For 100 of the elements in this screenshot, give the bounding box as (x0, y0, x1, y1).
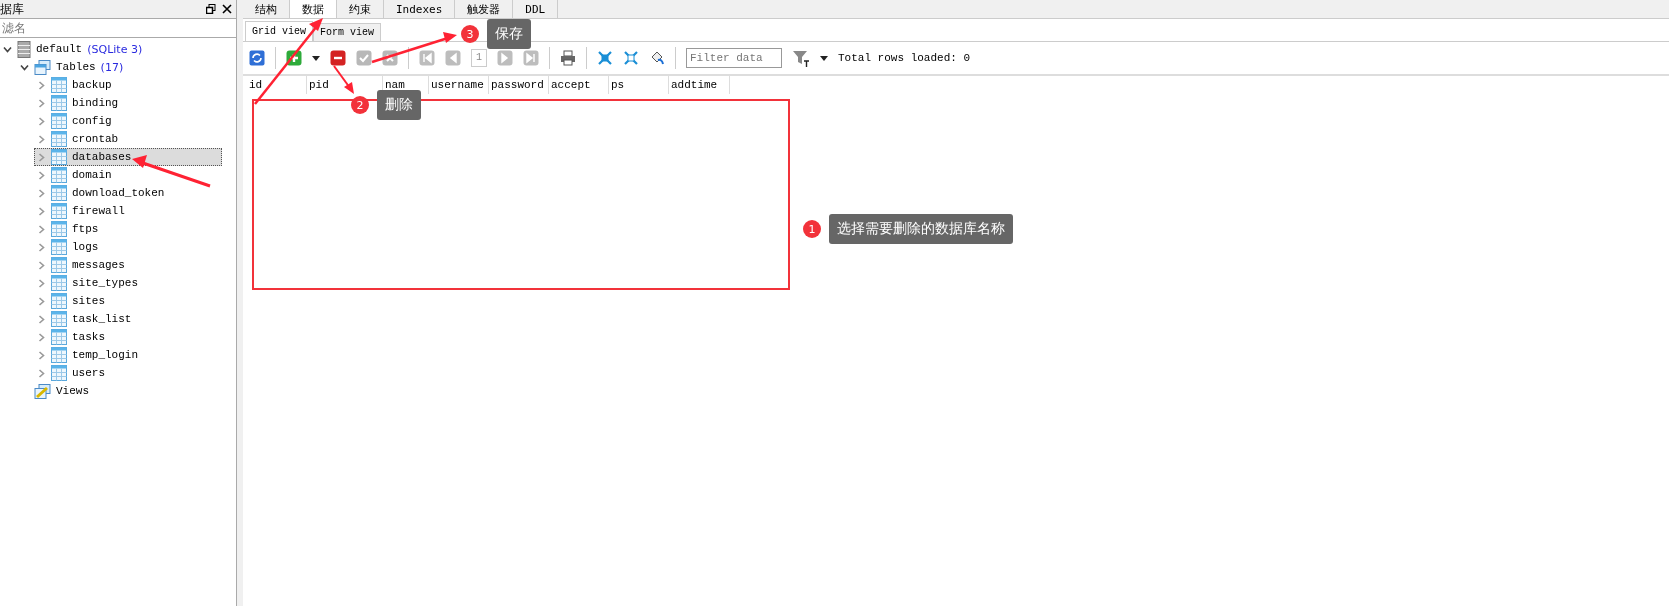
tree-item[interactable]: crontab (34, 130, 222, 148)
tab[interactable]: 约束 (337, 0, 384, 18)
expand-chevron-icon[interactable] (37, 80, 46, 90)
expand-chevron-icon[interactable] (37, 98, 46, 108)
tree-item-label: tasks (72, 331, 105, 343)
tree-item[interactable]: Tables (17) (17, 58, 222, 76)
view-tab[interactable]: Grid view (245, 21, 313, 41)
arrow (333, 65, 354, 94)
expand-chevron-icon[interactable] (37, 242, 46, 252)
views-icon (34, 383, 51, 399)
refresh-icon[interactable] (249, 50, 265, 66)
table-icon (51, 239, 67, 255)
expand-chevron-icon[interactable] (37, 332, 46, 342)
view-tab[interactable]: Form view (313, 23, 382, 41)
table-icon (51, 113, 67, 129)
expand-chevron-icon[interactable] (37, 116, 46, 126)
paint-bucket-icon[interactable] (649, 50, 665, 66)
expand-chevron-icon[interactable] (37, 350, 46, 360)
tree-item-label: Tables (56, 61, 96, 73)
column-header[interactable]: password (489, 76, 549, 94)
table-icon (51, 149, 67, 165)
column-header[interactable]: id (247, 76, 307, 94)
tree-item[interactable]: temp_login (34, 346, 222, 364)
expand-chevron-icon[interactable] (37, 224, 46, 234)
tree-item[interactable]: site_types (34, 274, 222, 292)
rows-loaded-status: Total rows loaded: 0 (838, 52, 971, 64)
expand-chevron-icon[interactable] (37, 206, 46, 216)
tree-item-label: ftps (72, 223, 99, 235)
tree-item[interactable]: ftps (34, 220, 222, 238)
collapse-chevron-icon[interactable] (3, 44, 12, 54)
column-header[interactable]: accept (549, 76, 609, 94)
step-number-badge: 1 (803, 220, 821, 238)
tree-item-label: binding (72, 97, 119, 109)
restore-icon[interactable] (206, 4, 216, 14)
filter-icon[interactable] (792, 49, 810, 67)
table-icon (51, 95, 67, 111)
tree-item[interactable]: users (34, 364, 222, 382)
tree-item[interactable]: default (SQLite 3) (0, 40, 222, 58)
table-icon (51, 311, 67, 327)
expand-chevron-icon[interactable] (37, 152, 46, 162)
tree-item[interactable]: backup (34, 76, 222, 94)
expand-chevron-icon[interactable] (37, 368, 46, 378)
tab[interactable]: 触发器 (455, 0, 514, 18)
tree-item[interactable]: config (34, 112, 222, 130)
table-icon (51, 275, 67, 291)
expand-chevron-icon[interactable] (37, 134, 46, 144)
tree-item-label: temp_login (72, 349, 138, 361)
collapse-arrows-icon[interactable] (597, 50, 613, 66)
table-icon (51, 203, 67, 219)
column-header[interactable]: ps (609, 76, 669, 94)
close-icon[interactable] (222, 4, 232, 14)
expand-chevron-icon[interactable] (37, 296, 46, 306)
tree-item[interactable]: databases (34, 148, 222, 166)
expand-chevron-icon[interactable] (37, 314, 46, 324)
tab[interactable]: Indexes (384, 0, 456, 18)
tree-item-label: config (72, 115, 112, 127)
tree-item[interactable]: binding (34, 94, 222, 112)
table-icon (51, 347, 67, 363)
tree-item-count: (17) (100, 60, 124, 74)
table-icon (51, 221, 67, 237)
tables-icon (34, 59, 51, 75)
tree-item[interactable]: messages (34, 256, 222, 274)
expand-arrows-icon[interactable] (623, 50, 639, 66)
tree-item[interactable]: sites (34, 292, 222, 310)
expand-chevron-icon[interactable] (37, 278, 46, 288)
expand-chevron-icon[interactable] (37, 170, 46, 180)
delete-row-icon[interactable] (330, 50, 346, 66)
tree-item[interactable]: tasks (34, 328, 222, 346)
annotation-tooltip: 选择需要删除的数据库名称 (829, 214, 1013, 244)
tree-item[interactable]: logs (34, 238, 222, 256)
column-header[interactable]: username (429, 76, 489, 94)
step-number-badge: 2 (351, 96, 369, 114)
table-icon (51, 329, 67, 345)
table-icon (51, 185, 67, 201)
table-icon (51, 77, 67, 93)
table-icon (51, 293, 67, 309)
tree-item[interactable]: task_list (34, 310, 222, 328)
table-icon (51, 167, 67, 183)
tree-item[interactable]: firewall (34, 202, 222, 220)
tree-item-label: Views (56, 385, 89, 397)
expand-chevron-icon[interactable] (37, 260, 46, 270)
annotation-tooltip: 删除 (377, 90, 421, 120)
print-icon[interactable] (560, 50, 576, 66)
step-number-badge: 3 (461, 25, 479, 43)
collapse-chevron-icon[interactable] (20, 62, 29, 72)
filter-field[interactable]: 滤名 (0, 18, 236, 38)
tree-item-label: backup (72, 79, 112, 91)
filter-data-field[interactable]: Filter data (686, 48, 782, 68)
expand-chevron-icon[interactable] (37, 188, 46, 198)
column-header[interactable]: addtime (669, 76, 730, 94)
tree-item-label: download_token (72, 187, 165, 199)
tree-item-label: site_types (72, 277, 138, 289)
tree-item-label: task_list (72, 313, 132, 325)
tree-item[interactable]: download_token (34, 184, 222, 202)
tree-item[interactable]: domain (34, 166, 222, 184)
tree-item[interactable]: Views (17, 382, 222, 400)
tree-item-label: crontab (72, 133, 119, 145)
tab[interactable]: DDL (513, 0, 559, 18)
tree-item-label: default (36, 43, 83, 55)
tab[interactable]: 数据 (290, 0, 337, 18)
